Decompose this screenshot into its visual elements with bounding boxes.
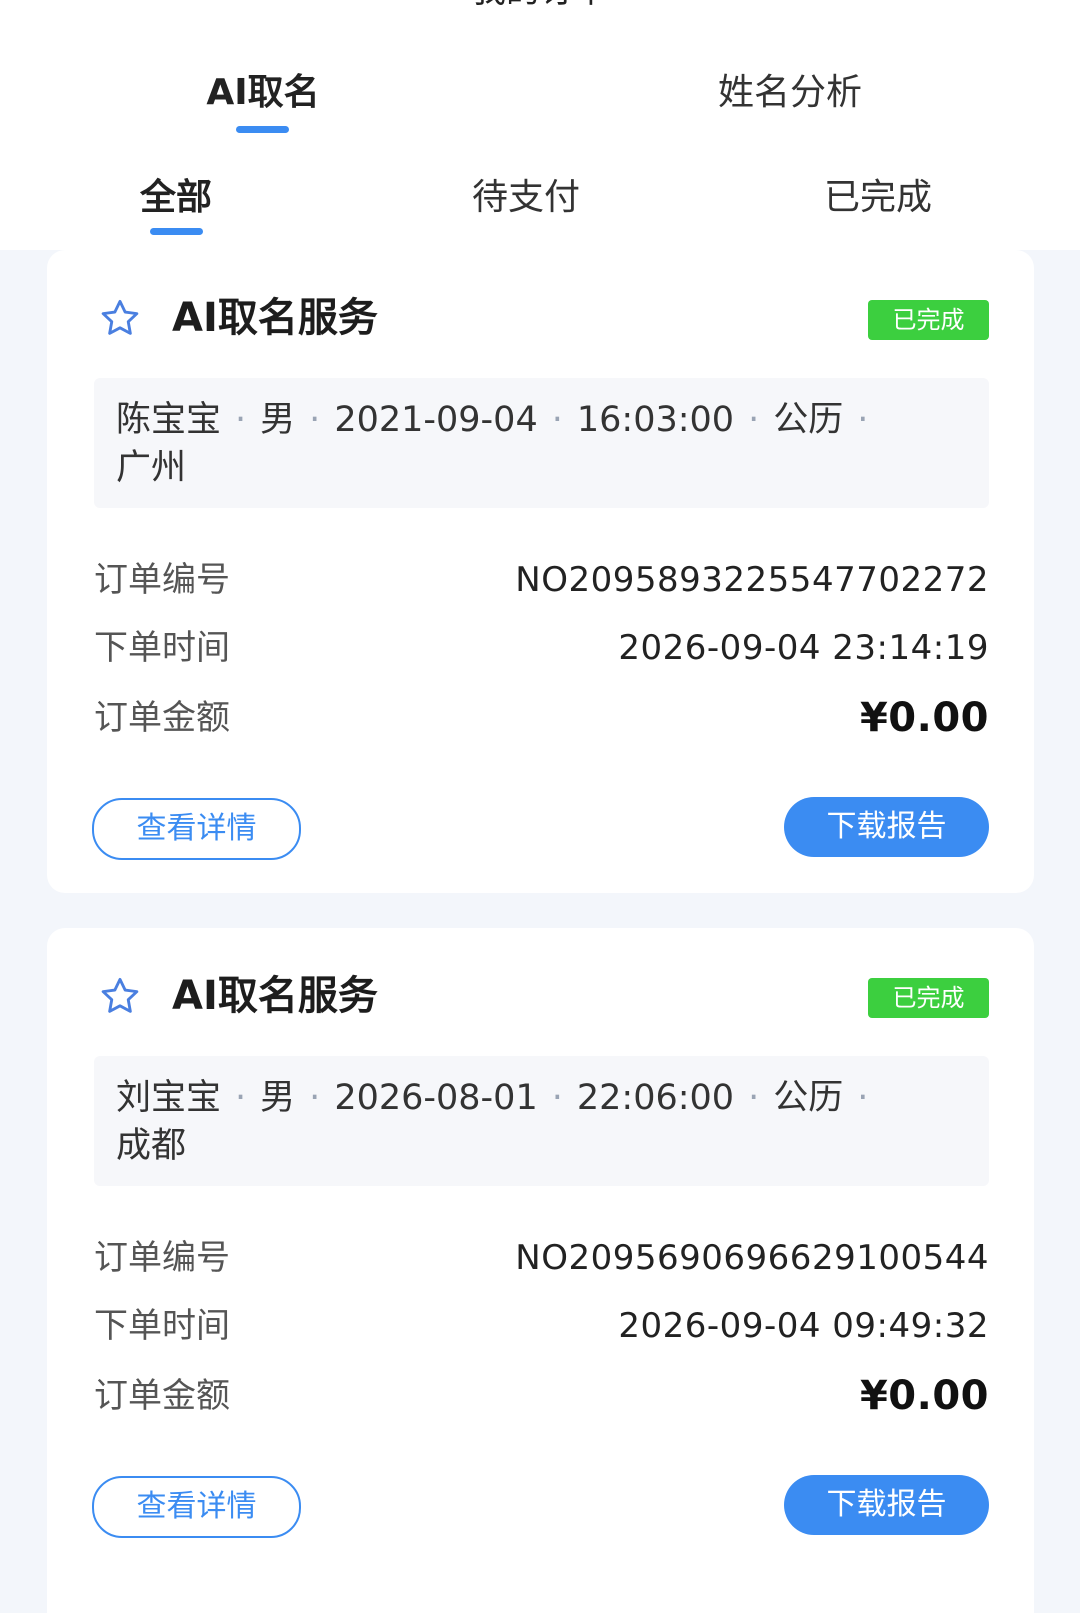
star-icon[interactable]: [97, 974, 143, 1020]
subtab-all[interactable]: 全部: [56, 175, 296, 221]
order-number-value: NO2095690696629100544: [515, 1238, 989, 1278]
birth-time: 16:03:00: [576, 400, 735, 440]
separator-dot: ·: [857, 400, 869, 440]
order-number-label: 订单编号: [94, 560, 230, 600]
gender: 男: [260, 400, 296, 440]
view-details-button[interactable]: 查看详情: [92, 798, 301, 860]
service-title: AI取名服务: [172, 973, 378, 1019]
birth-date: 2026-08-01: [334, 1078, 538, 1118]
order-details: 订单编号 NO2095690696629100544 下单时间 2026-09-…: [94, 1228, 989, 1436]
order-time-label: 下单时间: [94, 1306, 230, 1346]
separator-dot: ·: [748, 1078, 760, 1118]
birth-date: 2021-09-04: [334, 400, 538, 440]
status-badge: 已完成: [868, 978, 989, 1018]
card-header: AI取名服务 已完成: [97, 966, 989, 1026]
download-report-button[interactable]: 下载报告: [784, 1475, 989, 1535]
order-amount-label: 订单金额: [94, 1376, 230, 1416]
order-amount-value: ¥0.00: [859, 1373, 989, 1419]
order-amount-value: ¥0.00: [859, 695, 989, 741]
order-details: 订单编号 NO2095893225547702272 下单时间 2026-09-…: [94, 550, 989, 758]
birth-time: 22:06:00: [576, 1078, 735, 1118]
baby-name: 陈宝宝: [116, 400, 222, 440]
calendar-type: 公历: [773, 1078, 844, 1118]
subtab-completed[interactable]: 已完成: [758, 175, 998, 221]
subtab-pending-payment[interactable]: 待支付: [406, 175, 646, 221]
separator-dot: ·: [309, 1078, 321, 1118]
service-title: AI取名服务: [172, 295, 378, 341]
birth-info: 刘宝宝 · 男 · 2026-08-01 · 22:06:00 · 公历 · 成都: [94, 1056, 989, 1186]
order-card: AI取名服务 已完成 陈宝宝 · 男 · 2021-09-04 · 16:03:00 · 公历 ·…: [47, 250, 1034, 893]
birth-city: 广州: [116, 448, 187, 488]
order-number-row: 订单编号 NO2095893225547702272: [94, 550, 989, 618]
order-time-value: 2026-09-04 09:49:32: [618, 1306, 989, 1346]
tab-name-analysis[interactable]: 姓名分析: [640, 70, 940, 116]
order-number-row: 订单编号 NO2095690696629100544: [94, 1228, 989, 1296]
view-details-button[interactable]: 查看详情: [92, 1476, 301, 1538]
sub-tab-indicator: [150, 228, 203, 235]
separator-dot: ·: [235, 400, 247, 440]
top-header: 我的订单 AI取名 姓名分析 全部 待支付 已完成: [0, 0, 1080, 250]
birth-city: 成都: [116, 1126, 187, 1166]
order-amount-row: 订单金额 ¥0.00: [94, 1366, 989, 1436]
order-time-value: 2026-09-04 23:14:19: [618, 628, 989, 668]
separator-dot: ·: [309, 400, 321, 440]
download-report-button[interactable]: 下载报告: [784, 797, 989, 857]
order-time-row: 下单时间 2026-09-04 09:49:32: [94, 1296, 989, 1366]
order-amount-label: 订单金额: [94, 698, 230, 738]
main-tab-indicator: [236, 126, 289, 133]
separator-dot: ·: [551, 400, 563, 440]
page-title: 我的订单: [0, 0, 1080, 8]
card-header: AI取名服务 已完成: [97, 288, 989, 348]
order-amount-row: 订单金额 ¥0.00: [94, 688, 989, 758]
order-number-value: NO2095893225547702272: [515, 560, 989, 600]
order-number-label: 订单编号: [94, 1238, 230, 1278]
birth-info: 陈宝宝 · 男 · 2021-09-04 · 16:03:00 · 公历 · 广州: [94, 378, 989, 508]
star-icon[interactable]: [97, 296, 143, 342]
baby-name: 刘宝宝: [116, 1078, 222, 1118]
status-badge: 已完成: [868, 300, 989, 340]
tab-ai-naming[interactable]: AI取名: [113, 70, 413, 116]
gender: 男: [260, 1078, 296, 1118]
separator-dot: ·: [551, 1078, 563, 1118]
order-card: AI取名服务 已完成 刘宝宝 · 男 · 2026-08-01 · 22:06:00 · 公历 ·…: [47, 928, 1034, 1613]
separator-dot: ·: [748, 400, 760, 440]
separator-dot: ·: [235, 1078, 247, 1118]
order-time-row: 下单时间 2026-09-04 23:14:19: [94, 618, 989, 688]
order-time-label: 下单时间: [94, 628, 230, 668]
separator-dot: ·: [857, 1078, 869, 1118]
calendar-type: 公历: [773, 400, 844, 440]
